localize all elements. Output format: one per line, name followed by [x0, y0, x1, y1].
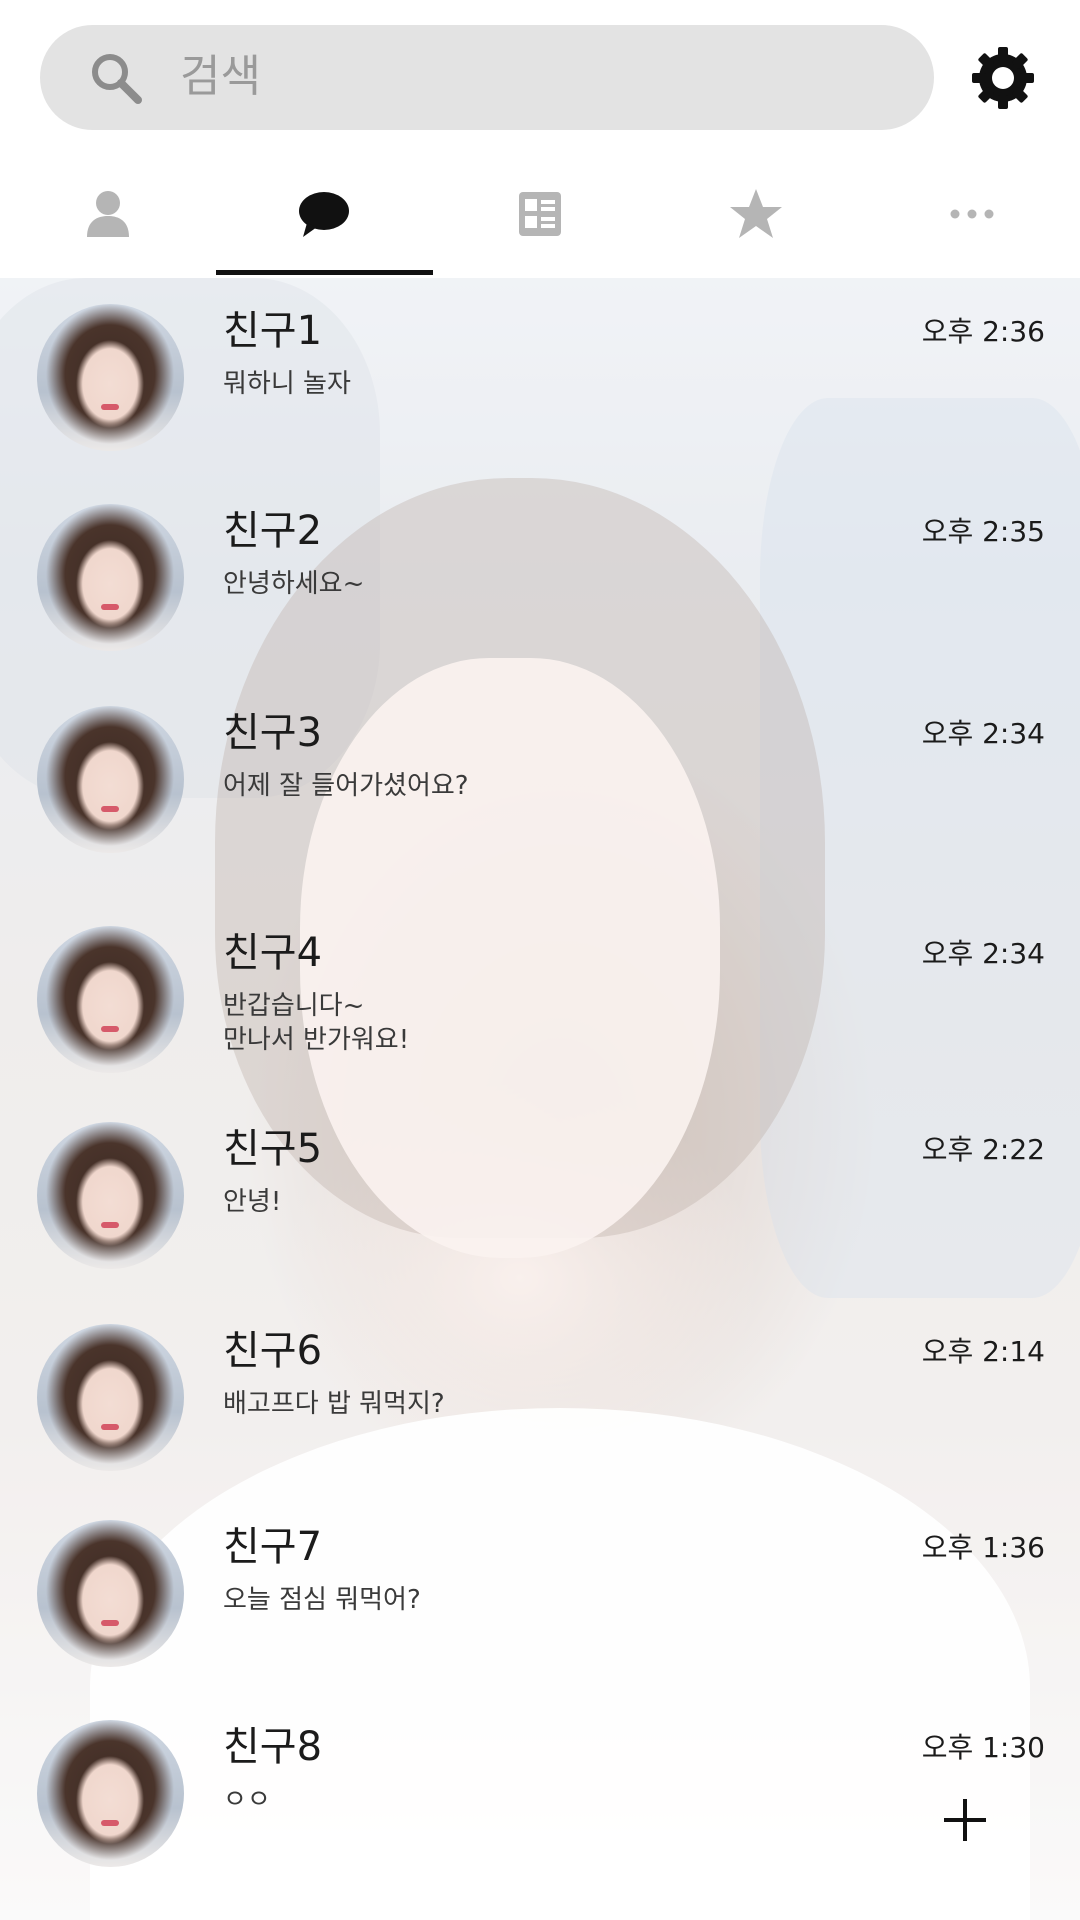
chat-time: 오후 1:30 — [921, 1731, 1045, 1764]
new-chat-button[interactable] — [940, 1795, 990, 1845]
chat-row[interactable]: 친구8 ㅇㅇ 오후 1:30 — [0, 1694, 1080, 1894]
chat-row[interactable]: 친구1 뭐하니 놀자 오후 2:36 — [0, 278, 1080, 478]
chat-name: 친구1 — [223, 308, 323, 354]
avatar[interactable] — [37, 1520, 184, 1667]
gear-icon[interactable] — [970, 45, 1036, 111]
top-bar: 검색 — [0, 0, 1080, 278]
avatar[interactable] — [37, 304, 184, 451]
avatar[interactable] — [37, 706, 184, 853]
avatar[interactable] — [37, 1324, 184, 1471]
chat-time: 오후 2:22 — [921, 1133, 1045, 1166]
avatar[interactable] — [37, 1122, 184, 1269]
tab-favorites[interactable] — [648, 150, 864, 278]
chat-message: 안녕하세요~ — [223, 569, 365, 599]
chat-name: 친구3 — [223, 710, 323, 756]
search-icon — [92, 54, 142, 104]
active-tab-indicator — [216, 270, 433, 275]
chat-name: 친구2 — [223, 508, 323, 554]
tab-news[interactable] — [432, 150, 648, 278]
chat-time: 오후 2:14 — [921, 1335, 1045, 1368]
chat-name: 친구8 — [223, 1724, 323, 1770]
chat-message: ㅇㅇ — [223, 1785, 271, 1815]
tab-more[interactable] — [864, 150, 1080, 278]
more-icon — [950, 209, 994, 219]
star-icon — [730, 189, 782, 238]
chat-row[interactable]: 친구2 안녕하세요~ 오후 2:35 — [0, 478, 1080, 678]
chat-message: 뭐하니 놀자 — [223, 369, 351, 399]
tab-friends[interactable] — [0, 150, 216, 278]
chat-row[interactable]: 친구3 어제 잘 들어가셨어요? 오후 2:34 — [0, 680, 1080, 880]
chat-time: 오후 2:34 — [921, 937, 1045, 970]
list-icon — [519, 192, 561, 236]
search-bar[interactable]: 검색 — [40, 25, 934, 130]
chat-row[interactable]: 친구5 안녕! 오후 2:22 — [0, 1096, 1080, 1296]
chat-time: 오후 2:34 — [921, 717, 1045, 750]
avatar[interactable] — [37, 1720, 184, 1867]
chat-bubble-icon — [299, 192, 349, 237]
chat-message: 오늘 점심 뭐먹어? — [223, 1585, 421, 1615]
tab-chats[interactable] — [216, 150, 432, 278]
chat-message: 반갑습니다~ 만나서 반가워요! — [223, 991, 410, 1055]
tab-bar — [0, 150, 1080, 278]
person-icon — [87, 191, 129, 237]
avatar[interactable] — [37, 926, 184, 1073]
chat-time: 오후 2:36 — [921, 315, 1045, 348]
chat-name: 친구4 — [223, 930, 323, 976]
chat-name: 친구6 — [223, 1328, 323, 1374]
search-input[interactable]: 검색 — [180, 47, 261, 107]
chat-message: 어제 잘 들어가셨어요? — [223, 771, 469, 801]
avatar[interactable] — [37, 504, 184, 651]
chat-time: 오후 1:36 — [921, 1531, 1045, 1564]
chat-message: 안녕! — [223, 1187, 282, 1217]
chat-row[interactable]: 친구4 반갑습니다~ 만나서 반가워요! 오후 2:34 — [0, 900, 1080, 1100]
chat-time: 오후 2:35 — [921, 515, 1045, 548]
chat-row[interactable]: 친구7 오늘 점심 뭐먹어? 오후 1:36 — [0, 1494, 1080, 1694]
chat-name: 친구5 — [223, 1126, 323, 1172]
chat-row[interactable]: 친구6 배고프다 밥 뭐먹지? 오후 2:14 — [0, 1298, 1080, 1498]
chat-name: 친구7 — [223, 1524, 323, 1570]
chat-message: 배고프다 밥 뭐먹지? — [223, 1389, 445, 1419]
